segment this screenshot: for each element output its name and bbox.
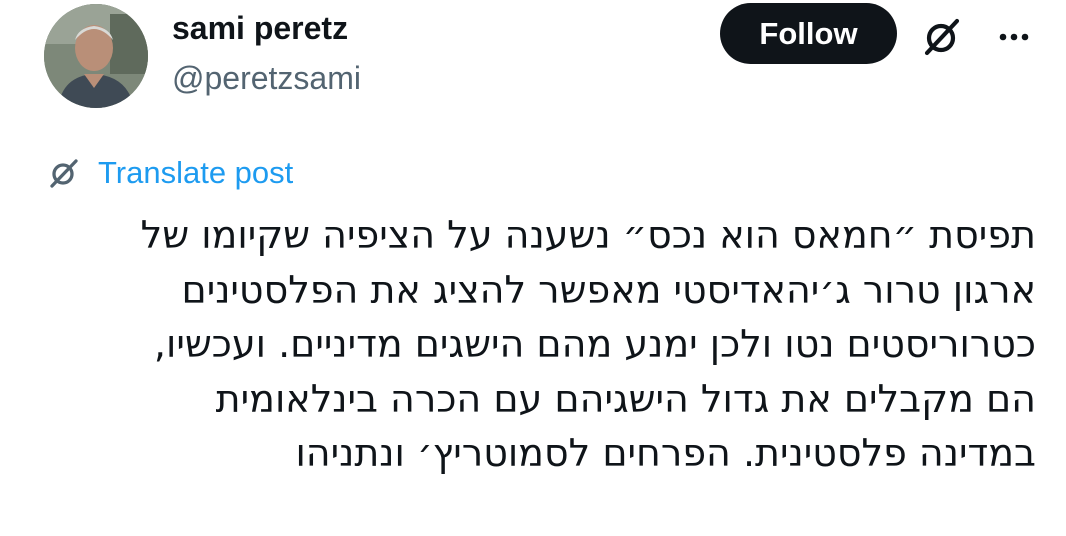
post-text-line: כטרוריסטים נטו ולכן ימנע מהם הישגים מדינ…: [153, 322, 1036, 366]
translate-post-label: Translate post: [98, 155, 294, 190]
author-avatar[interactable]: [44, 4, 148, 108]
post-text-line: הם מקבלים את גדול הישגיהם עם הכרה בינלאו…: [215, 376, 1036, 421]
more-horizontal-icon[interactable]: [990, 13, 1038, 61]
author-name[interactable]: sami peretz: [172, 8, 348, 48]
post-text-line: ארגון טרור ג׳יהאדיסטי מאפשר להציג את הפל…: [181, 267, 1037, 312]
post-text: תפיסת ״חמאס הוא נכס״ נשענה על הציפיה שקי…: [30, 208, 1036, 481]
author-handle[interactable]: @peretzsami: [172, 58, 361, 98]
profile-photo-icon: [44, 4, 148, 108]
grok-icon[interactable]: [918, 13, 966, 61]
translate-post-link[interactable]: Translate post: [46, 150, 293, 196]
follow-button[interactable]: Follow: [720, 3, 897, 64]
post-header: sami peretz @peretzsami Follow: [0, 0, 1066, 120]
post-text-line: במדינה פלסטינית. הפרחים לסמוטריץ׳ ונתניה…: [295, 431, 1036, 475]
grok-icon: [50, 159, 78, 188]
post-text-line: תפיסת ״חמאס הוא נכס״ נשענה על הציפיה שקי…: [140, 213, 1036, 257]
